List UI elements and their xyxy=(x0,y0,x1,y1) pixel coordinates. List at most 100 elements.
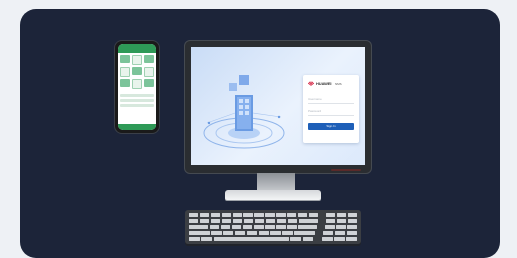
key xyxy=(322,231,334,235)
key xyxy=(270,231,281,235)
key xyxy=(276,213,286,217)
key xyxy=(199,219,210,223)
key xyxy=(254,219,265,223)
key xyxy=(243,213,253,217)
key-gap xyxy=(320,213,325,217)
sign-in-button[interactable]: Sign In xyxy=(308,123,354,130)
app-tile xyxy=(120,79,130,87)
key xyxy=(220,225,231,229)
key xyxy=(298,225,318,229)
phone-app-grid xyxy=(118,53,156,91)
app-tile xyxy=(132,79,142,89)
network-illustration xyxy=(203,75,285,149)
app-tile xyxy=(120,67,130,77)
app-tile xyxy=(144,79,154,87)
key xyxy=(209,225,220,229)
key xyxy=(253,225,264,229)
brand-text: HUAWEI xyxy=(316,81,332,86)
key-row xyxy=(189,231,357,235)
app-tile xyxy=(144,55,154,63)
key-row xyxy=(189,225,357,229)
key xyxy=(258,231,269,235)
key xyxy=(298,219,318,223)
key xyxy=(287,219,298,223)
brand: HUAWEI xyxy=(308,81,332,86)
app-tile xyxy=(120,55,130,63)
key xyxy=(302,237,314,241)
key xyxy=(297,213,308,217)
key xyxy=(242,225,253,229)
username-field[interactable]: Username xyxy=(308,96,354,104)
key xyxy=(325,219,336,223)
key-row xyxy=(189,213,358,217)
key xyxy=(336,213,347,217)
illustration-card: HUAWEI NMS Username Password Sign In xyxy=(20,9,500,258)
huawei-logo-icon xyxy=(308,81,314,86)
phone-bottom-bar xyxy=(118,124,156,130)
key xyxy=(265,213,275,217)
key xyxy=(211,231,222,235)
list-item xyxy=(120,104,154,107)
key xyxy=(189,219,199,223)
key xyxy=(246,231,258,235)
key xyxy=(334,237,345,241)
keyboard xyxy=(185,210,361,244)
key xyxy=(287,213,297,217)
key xyxy=(189,237,200,241)
key-gap xyxy=(319,219,324,223)
key xyxy=(336,225,346,229)
password-field[interactable]: Password xyxy=(308,108,354,116)
key xyxy=(287,225,297,229)
key xyxy=(231,225,242,229)
key xyxy=(282,231,293,235)
list-item xyxy=(120,99,154,102)
key xyxy=(265,225,275,229)
key xyxy=(336,219,347,223)
login-title: NMS xyxy=(335,82,342,86)
phone-list xyxy=(118,91,156,110)
key xyxy=(243,219,254,223)
monitor-status-light xyxy=(331,169,361,171)
key xyxy=(210,219,221,223)
space-key xyxy=(213,237,289,241)
mobile-phone xyxy=(115,41,159,133)
key xyxy=(234,231,246,235)
key xyxy=(232,219,243,223)
app-tile xyxy=(132,55,142,65)
key xyxy=(189,231,210,235)
key xyxy=(265,219,276,223)
key xyxy=(294,231,315,235)
key xyxy=(321,237,333,241)
monitor-base xyxy=(225,190,321,200)
key xyxy=(232,213,242,217)
phone-header xyxy=(118,44,156,53)
key xyxy=(199,213,210,217)
key xyxy=(290,237,302,241)
app-tile xyxy=(132,67,142,75)
key xyxy=(223,231,234,235)
key xyxy=(276,219,287,223)
key xyxy=(346,237,358,241)
key-row xyxy=(189,219,357,223)
key xyxy=(334,231,346,235)
list-item xyxy=(120,94,154,97)
key xyxy=(201,237,213,241)
phone-screen xyxy=(118,44,156,130)
key-gap xyxy=(316,231,321,235)
login-panel: HUAWEI NMS Username Password Sign In xyxy=(303,75,359,143)
key xyxy=(276,225,286,229)
key xyxy=(210,213,221,217)
monitor-screen: HUAWEI NMS Username Password Sign In xyxy=(191,47,365,165)
key xyxy=(347,213,358,217)
key-gap xyxy=(319,225,324,229)
key-row xyxy=(189,237,358,241)
key xyxy=(308,213,319,217)
app-tile xyxy=(144,67,154,77)
key xyxy=(189,213,199,217)
key xyxy=(221,219,232,223)
desktop-monitor: HUAWEI NMS Username Password Sign In xyxy=(185,41,371,173)
key xyxy=(347,219,357,223)
key xyxy=(325,225,335,229)
key xyxy=(189,225,209,229)
key xyxy=(325,213,336,217)
